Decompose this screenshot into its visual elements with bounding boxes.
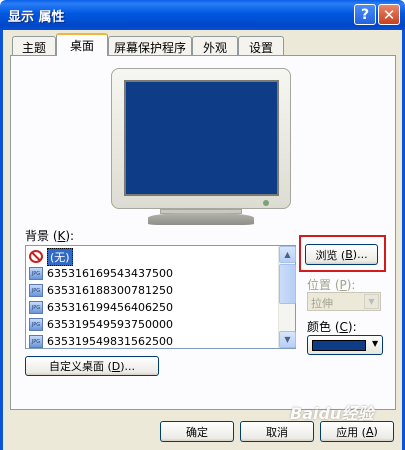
tab-settings[interactable]: 设置 [238,36,284,55]
monitor-screen-preview [124,80,279,196]
customize-desktop-button[interactable]: 自定义桌面 (D)... [25,356,159,376]
tab-screensaver[interactable]: 屏幕保护程序 [108,36,192,55]
close-icon: ✕ [382,5,396,24]
jpg-image-icon: JPG [29,318,43,331]
list-item[interactable]: JPG 635316188300781250 [29,282,279,299]
position-select[interactable]: 拉伸 ▼ [307,292,381,311]
monitor-power-led [263,200,269,206]
apply-button[interactable]: 应用 (A) [320,421,394,442]
background-list[interactable]: (无) JPG 635316169543437500 JPG 635316188… [25,245,296,349]
color-label: 颜色 (C): [307,320,357,334]
chevron-up-icon: ▲ [284,250,291,259]
no-icon [29,250,43,263]
position-label: 位置 (P): [307,278,356,292]
question-mark-icon: ? [360,6,370,23]
scroll-down-button[interactable]: ▼ [279,331,296,348]
jpg-image-icon: JPG [29,301,43,314]
cancel-button[interactable]: 取消 [240,421,314,442]
color-swatch [312,340,366,351]
list-item[interactable]: JPG 635316199456406250 [29,299,279,316]
chevron-down-icon: ▼ [364,294,379,309]
monitor-stand [148,213,254,225]
list-item[interactable]: JPG 635319549831562500 [29,333,279,350]
jpg-image-icon: JPG [29,267,43,280]
list-item[interactable]: (无) [29,247,279,266]
title-bar: 显示 属性 ? ✕ [0,0,405,30]
jpg-image-icon: JPG [29,284,43,297]
list-item[interactable]: JPG 635316169543437500 [29,265,279,282]
help-button[interactable]: ? [354,4,376,25]
list-item[interactable]: JPG 635319549593750000 [29,316,279,333]
jpg-image-icon: JPG [29,335,43,348]
chevron-down-icon: ▼ [372,339,379,348]
window-title: 显示 属性 [8,10,65,25]
watermark: Baidu经验 [290,404,374,423]
ok-button[interactable]: 确定 [160,421,234,442]
close-button[interactable]: ✕ [378,4,400,25]
browse-button[interactable]: 浏览 (B)... [305,244,378,265]
scroll-up-button[interactable]: ▲ [279,246,296,263]
tab-appearance[interactable]: 外观 [192,36,238,55]
chevron-down-icon: ▼ [284,335,291,344]
tab-desktop[interactable]: 桌面 [56,33,108,56]
list-scrollbar[interactable]: ▲ ▼ [278,246,296,348]
scroll-thumb[interactable] [279,264,296,304]
tab-themes[interactable]: 主题 [12,36,56,55]
background-label: 背景 (K): [25,229,75,243]
color-picker-button[interactable]: ▼ [307,335,383,355]
